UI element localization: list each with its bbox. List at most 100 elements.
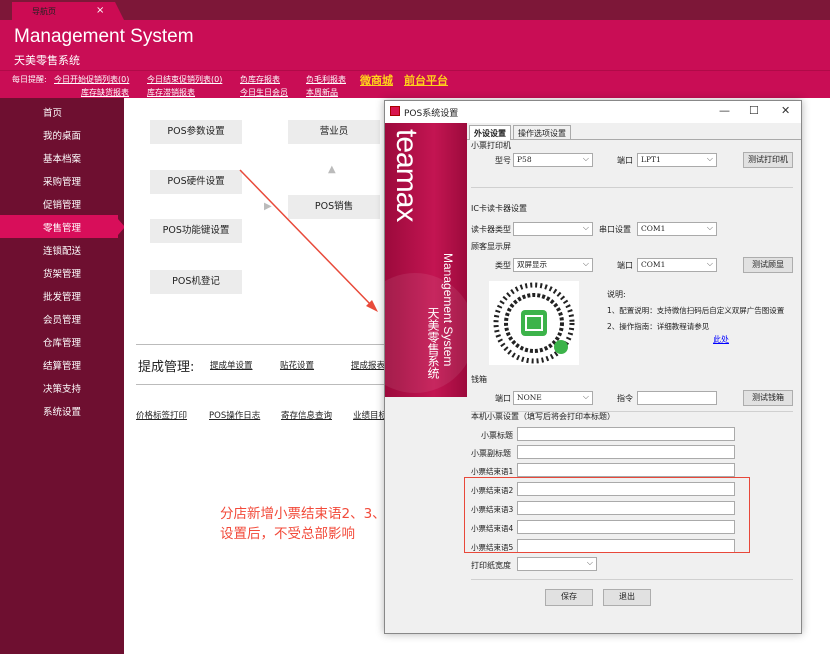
receipt-title-input[interactable] xyxy=(517,427,735,441)
cashbox-cmd-label: 指令 xyxy=(617,394,633,403)
printer-port-select[interactable]: LPT1 xyxy=(637,153,717,167)
flow-arrow-right-icon: ▶ xyxy=(264,201,272,212)
decal-settings-link[interactable]: 贴花设置 xyxy=(280,359,314,371)
test-printer-button[interactable]: 测试打印机 xyxy=(743,152,793,168)
close-icon[interactable]: × xyxy=(96,5,104,16)
receipt-title-label: 小票标题 xyxy=(481,431,513,440)
sidebar-item-wholesale[interactable]: 批发管理 xyxy=(0,284,124,307)
minimize-icon[interactable]: — xyxy=(719,104,730,117)
sidebar-item-label: 结算管理 xyxy=(43,361,82,372)
app-header: Management System 天美零售系统 xyxy=(0,20,830,70)
serial-select[interactable]: COM1 xyxy=(637,222,717,236)
sidebar-item-label: 连锁配送 xyxy=(43,246,82,257)
cashbox-cmd-input[interactable] xyxy=(637,391,717,405)
sidebar-item-label: 决策支持 xyxy=(43,384,82,395)
tab-peripheral[interactable]: 外设设置 xyxy=(469,125,511,140)
test-cashbox-button[interactable]: 测试钱箱 xyxy=(743,390,793,406)
sidebar-item-chain-delivery[interactable]: 连锁配送 xyxy=(0,238,124,261)
display-port-select[interactable]: COM1 xyxy=(637,258,717,272)
performance-target-link[interactable]: 业绩目标 xyxy=(353,409,387,421)
qr-code xyxy=(489,281,579,365)
ic-type-label: 读卡器类型 xyxy=(471,225,511,234)
tab-nav-page[interactable]: 导航页 × xyxy=(12,2,124,20)
receipt-subtitle-input[interactable] xyxy=(517,445,735,459)
sidebar-item-label: 仓库管理 xyxy=(43,338,82,349)
sidebar-item-home[interactable]: 首页 xyxy=(0,100,124,123)
sidebar-item-basic-files[interactable]: 基本档案 xyxy=(0,146,124,169)
pos-params-button[interactable]: POS参数设置 xyxy=(150,120,242,144)
reminder-link[interactable]: 库存滞销报表 xyxy=(147,87,195,98)
sidebar-item-member[interactable]: 会员管理 xyxy=(0,307,124,330)
cashbox-port-select[interactable]: NONE xyxy=(513,391,593,405)
sidebar-item-label: 系统设置 xyxy=(43,407,82,418)
app-subtitle: 天美零售系统 xyxy=(14,54,80,67)
sidebar-item-warehouse[interactable]: 仓库管理 xyxy=(0,330,124,353)
highlight-box xyxy=(464,477,750,553)
receipt-ending-1-input[interactable] xyxy=(517,463,735,477)
save-button[interactable]: 保存 xyxy=(545,589,593,606)
sidebar-item-label: 促销管理 xyxy=(43,200,82,211)
reminder-link[interactable]: 负毛利报表 xyxy=(306,74,346,85)
commission-report-link[interactable]: 提成报表 xyxy=(351,359,385,371)
close-icon[interactable]: ✕ xyxy=(781,104,790,117)
brand-chinese: 天美零售系统 xyxy=(426,307,440,379)
sidebar-item-retail[interactable]: 零售管理 xyxy=(0,215,125,238)
pos-hardware-button[interactable]: POS硬件设置 xyxy=(150,170,242,194)
micro-mall-link[interactable]: 微商城 xyxy=(360,72,393,88)
receipt-subtitle-label: 小票副标题 xyxy=(471,449,511,458)
printer-model-label: 型号 xyxy=(495,156,511,165)
app-icon xyxy=(390,106,400,116)
divider xyxy=(471,579,793,580)
pos-register-button[interactable]: POS机登记 xyxy=(150,270,242,294)
sidebar-item-shelf[interactable]: 货架管理 xyxy=(0,261,124,284)
pos-settings-dialog: POS系统设置 — ☐ ✕ teamax Management System 天… xyxy=(384,100,802,634)
printer-port-label: 端口 xyxy=(617,156,633,165)
reminder-link[interactable]: 库存缺货报表 xyxy=(81,87,129,98)
sidebar-item-label: 首页 xyxy=(43,108,63,119)
pos-sales-button[interactable]: POS销售 xyxy=(288,195,380,219)
tab-bar: 导航页 × xyxy=(0,0,830,20)
pos-log-link[interactable]: POS操作日志 xyxy=(209,409,260,421)
note-title: 说明: xyxy=(607,290,626,299)
tab-operation-options[interactable]: 操作选项设置 xyxy=(513,125,571,140)
maximize-icon[interactable]: ☐ xyxy=(749,104,759,117)
front-platform-link[interactable]: 前台平台 xyxy=(404,72,448,88)
salesperson-button[interactable]: 营业员 xyxy=(288,120,380,144)
printer-group-label: 小票打印机 xyxy=(471,141,511,150)
display-group-label: 顾客显示屏 xyxy=(471,242,511,251)
pos-function-keys-button[interactable]: POS功能键设置 xyxy=(150,219,242,243)
sidebar-item-label: 零售管理 xyxy=(43,223,82,234)
price-label-print-link[interactable]: 价格标签打印 xyxy=(136,409,187,421)
reminder-link[interactable]: 今日生日会员 xyxy=(240,87,288,98)
sidebar-item-desktop[interactable]: 我的桌面 xyxy=(0,123,124,146)
ic-group-label: IC卡读卡器设置 xyxy=(471,204,527,213)
sidebar-item-purchase[interactable]: 采购管理 xyxy=(0,169,124,192)
settings-panel: 外设设置 操作选项设置 小票打印机 型号 P58 端口 LPT1 测试打印机 I… xyxy=(467,123,801,633)
sidebar-item-promotion[interactable]: 促销管理 xyxy=(0,192,124,215)
sidebar-item-label: 基本档案 xyxy=(43,154,82,165)
commission-title: 提成管理: xyxy=(138,360,195,375)
commission-sheet-link[interactable]: 提成单设置 xyxy=(210,359,253,371)
test-display-button[interactable]: 测试顾显 xyxy=(743,257,793,273)
sidebar-item-settlement[interactable]: 结算管理 xyxy=(0,353,124,376)
reminder-link[interactable]: 今日结束促销列表(0) xyxy=(147,74,222,85)
deposit-query-link[interactable]: 寄存信息查询 xyxy=(281,409,332,421)
sidebar-item-system[interactable]: 系统设置 xyxy=(0,399,124,422)
tab-label: 导航页 xyxy=(32,7,56,16)
reminder-link[interactable]: 今日开始促销列表(0) xyxy=(54,74,129,85)
reminder-link[interactable]: 本周新品 xyxy=(306,87,338,98)
reminder-link[interactable]: 负库存报表 xyxy=(240,74,280,85)
brand-banner: teamax Management System 天美零售系统 xyxy=(385,123,467,397)
ic-type-select[interactable] xyxy=(513,222,593,236)
dialog-titlebar: POS系统设置 — ☐ ✕ xyxy=(385,101,801,123)
reminder-prefix: 每日提醒: xyxy=(12,75,47,84)
exit-button[interactable]: 退出 xyxy=(603,589,651,606)
display-type-select[interactable]: 双屏显示 xyxy=(513,258,593,272)
brand-english: Management System xyxy=(441,253,455,367)
sidebar-item-decision[interactable]: 决策支持 xyxy=(0,376,124,399)
divider xyxy=(471,187,793,188)
paper-width-select[interactable] xyxy=(517,557,597,571)
tab-divider xyxy=(467,139,801,140)
printer-model-select[interactable]: P58 xyxy=(513,153,593,167)
tutorial-link[interactable]: 此处 xyxy=(713,334,729,345)
